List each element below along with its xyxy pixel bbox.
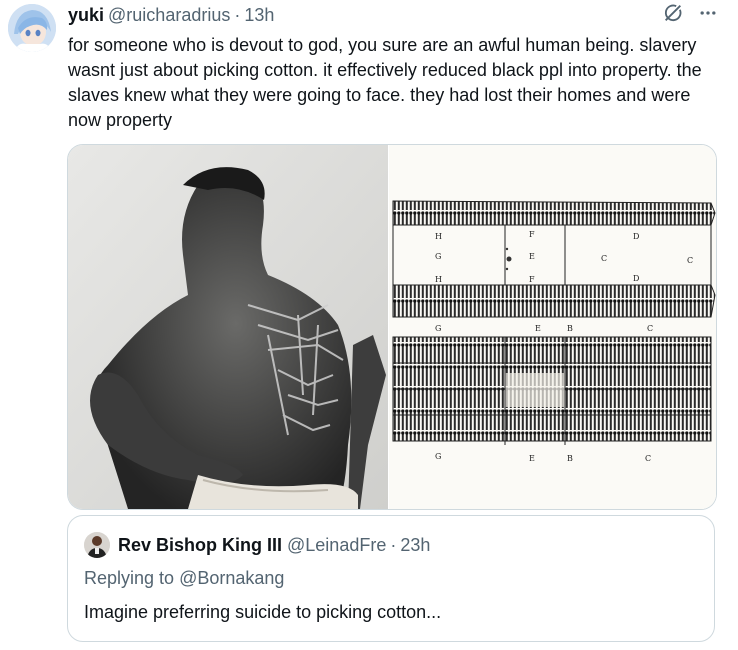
separator-dot: · (234, 4, 241, 25)
svg-text:H: H (435, 232, 442, 241)
svg-text:E: E (535, 324, 541, 333)
svg-text:D: D (633, 274, 639, 283)
svg-text:C: C (647, 324, 653, 333)
svg-text:G: G (435, 324, 441, 333)
quote-author-handle[interactable]: @LeinadFre (287, 535, 386, 556)
svg-text:B: B (567, 454, 573, 463)
tweet-time[interactable]: 13h (244, 5, 274, 26)
replying-to: Replying to @Bornakang (84, 568, 284, 589)
quote-header: Rev Bishop King III @LeinadFre · 23h (118, 535, 430, 556)
svg-text:G: G (435, 252, 441, 261)
quote-separator-dot: · (390, 535, 397, 555)
svg-text:B: B (567, 324, 573, 333)
svg-text:G: G (435, 452, 441, 461)
quote-author-name[interactable]: Rev Bishop King III (118, 535, 282, 556)
slave-ship-diagram[interactable]: H F D G E C C H F D G E B C G E B C (389, 145, 716, 509)
svg-text:F: F (529, 275, 535, 284)
author-handle[interactable]: @ruicharadrius (108, 5, 230, 26)
scarred-back-photo[interactable] (68, 145, 389, 509)
grok-icon[interactable] (662, 2, 684, 24)
svg-text:H: H (435, 275, 442, 284)
quote-avatar[interactable] (84, 532, 110, 558)
tweet-avatar[interactable] (8, 4, 56, 52)
svg-text:E: E (529, 252, 535, 261)
quote-text: Imagine preferring suicide to picking co… (84, 602, 442, 622)
svg-text:C: C (645, 454, 651, 463)
replying-prefix: Replying to (84, 568, 175, 588)
tweet-actions-top (662, 2, 718, 24)
svg-text:E: E (529, 454, 535, 463)
svg-text:C: C (601, 254, 607, 263)
tweet-header: yuki @ruicharadrius · 13h (68, 4, 274, 26)
tweet-text: for someone who is devout to god, you su… (68, 35, 702, 130)
tweet-media: H F D G E C C H F D G E B C G E B C (67, 144, 717, 510)
svg-text:D: D (633, 232, 639, 241)
quote-time[interactable]: 23h (400, 535, 430, 556)
replying-to-handle[interactable]: @Bornakang (179, 568, 284, 588)
more-icon[interactable] (698, 3, 718, 23)
author-name[interactable]: yuki (68, 5, 104, 26)
quoted-tweet[interactable]: Rev Bishop King III @LeinadFre · 23h Rep… (67, 515, 715, 642)
svg-text:C: C (687, 256, 693, 265)
svg-text:F: F (529, 230, 535, 239)
